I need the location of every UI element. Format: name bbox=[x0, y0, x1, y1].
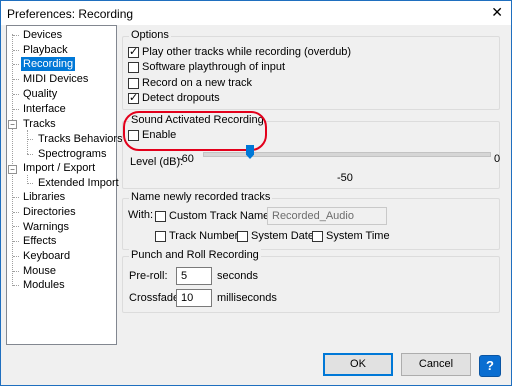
tree-line bbox=[13, 35, 19, 36]
track-number-row[interactable]: Track Number bbox=[155, 230, 238, 242]
options-title: Options bbox=[129, 29, 171, 41]
close-icon[interactable]: ✕ bbox=[491, 4, 503, 21]
record-new-track-checkbox[interactable] bbox=[128, 77, 139, 89]
custom-name-row[interactable]: Custom Track Name bbox=[155, 210, 269, 222]
detect-dropouts-checkbox[interactable] bbox=[128, 91, 139, 104]
tree-item-tracks-behaviors[interactable]: Tracks Behaviors bbox=[38, 132, 123, 146]
system-time-row[interactable]: System Time bbox=[312, 230, 390, 242]
custom-name-label: Custom Track Name bbox=[169, 210, 270, 222]
tree-item-mouse[interactable]: Mouse bbox=[23, 264, 56, 278]
custom-name-input[interactable]: Recorded_Audio bbox=[267, 207, 387, 225]
tree-line bbox=[13, 226, 19, 227]
tree-item-directories[interactable]: Directories bbox=[23, 205, 76, 219]
level-current-value: -50 bbox=[337, 172, 353, 184]
punch-title: Punch and Roll Recording bbox=[129, 249, 261, 261]
tree-line bbox=[13, 64, 19, 65]
software-playthrough-row[interactable]: Software playthrough of input bbox=[128, 61, 285, 73]
collapse-tracks-icon[interactable]: − bbox=[8, 120, 17, 129]
custom-name-checkbox[interactable] bbox=[155, 210, 166, 222]
record-new-track-row[interactable]: Record on a new track bbox=[128, 77, 252, 89]
ok-button[interactable]: OK bbox=[323, 353, 393, 376]
crossfade-input[interactable]: 10 bbox=[176, 289, 212, 307]
tree-line bbox=[27, 154, 33, 155]
track-number-label: Track Number bbox=[169, 230, 239, 242]
tree-line bbox=[12, 34, 13, 286]
window-title: Preferences: Recording bbox=[7, 7, 134, 21]
naming-title: Name newly recorded tracks bbox=[129, 191, 273, 203]
tree-line bbox=[13, 94, 19, 95]
tree-line bbox=[27, 183, 33, 184]
tree-line bbox=[13, 212, 19, 213]
tree-line bbox=[13, 241, 19, 242]
detect-dropouts-row[interactable]: Detect dropouts bbox=[128, 91, 220, 104]
software-playthrough-label: Software playthrough of input bbox=[142, 61, 286, 73]
collapse-import-export-icon[interactable]: − bbox=[8, 165, 17, 174]
tree-item-spectrograms[interactable]: Spectrograms bbox=[38, 147, 106, 161]
tree-line bbox=[13, 50, 19, 51]
tree-item-keyboard[interactable]: Keyboard bbox=[23, 249, 70, 263]
system-date-checkbox[interactable] bbox=[237, 230, 248, 242]
detect-dropouts-label: Detect dropouts bbox=[142, 92, 220, 104]
tree-line bbox=[13, 197, 19, 198]
tree-item-warnings[interactable]: Warnings bbox=[23, 220, 69, 234]
tree-line bbox=[13, 109, 19, 110]
software-playthrough-checkbox[interactable] bbox=[128, 61, 139, 73]
tree-line bbox=[27, 139, 33, 140]
cancel-button[interactable]: Cancel bbox=[401, 353, 471, 376]
tree-item-extended-import[interactable]: Extended Import bbox=[38, 176, 119, 190]
system-time-checkbox[interactable] bbox=[312, 230, 323, 242]
play-other-checkbox[interactable] bbox=[128, 45, 139, 58]
track-number-checkbox[interactable] bbox=[155, 230, 166, 242]
system-date-label: System Date bbox=[251, 230, 314, 242]
preroll-input[interactable]: 5 bbox=[176, 267, 212, 285]
tree-line bbox=[13, 271, 19, 272]
tree-item-import-export[interactable]: Import / Export bbox=[23, 161, 95, 175]
tree-line bbox=[27, 130, 28, 154]
record-new-track-label: Record on a new track bbox=[142, 77, 253, 89]
tree-item-playback[interactable]: Playback bbox=[23, 43, 68, 57]
level-min-label: -60 bbox=[178, 153, 194, 165]
tree-item-recording[interactable]: Recording bbox=[21, 57, 76, 71]
tree-line bbox=[13, 256, 19, 257]
title-bar: Preferences: Recording ✕ bbox=[1, 1, 511, 25]
level-label: Level (dB): bbox=[130, 156, 184, 168]
annotation-highlight bbox=[123, 111, 267, 151]
tree-line bbox=[13, 285, 19, 286]
level-max-label: 0 bbox=[494, 153, 501, 165]
system-time-label: System Time bbox=[326, 230, 390, 242]
tree-item-quality[interactable]: Quality bbox=[23, 87, 57, 101]
play-other-label: Play other tracks while recording (overd… bbox=[142, 46, 352, 58]
tree-item-devices[interactable]: Devices bbox=[23, 28, 62, 42]
play-other-row[interactable]: Play other tracks while recording (overd… bbox=[128, 45, 352, 58]
tree-item-effects[interactable]: Effects bbox=[23, 234, 56, 248]
preroll-unit: seconds bbox=[217, 270, 258, 282]
help-icon[interactable]: ? bbox=[479, 355, 501, 377]
tree-item-interface[interactable]: Interface bbox=[23, 102, 66, 116]
tree-item-modules[interactable]: Modules bbox=[23, 278, 65, 292]
preroll-label: Pre-roll: bbox=[129, 270, 168, 282]
tree-item-midi-devices[interactable]: MIDI Devices bbox=[23, 72, 88, 86]
tree-item-libraries[interactable]: Libraries bbox=[23, 190, 65, 204]
tree-item-tracks[interactable]: Tracks bbox=[23, 117, 56, 131]
crossfade-label: Crossfade: bbox=[129, 292, 183, 304]
with-label: With: bbox=[128, 209, 154, 221]
system-date-row[interactable]: System Date bbox=[237, 230, 314, 242]
tree-line bbox=[13, 79, 19, 80]
crossfade-unit: milliseconds bbox=[217, 292, 277, 304]
category-tree[interactable]: Devices Playback Recording MIDI Devices … bbox=[6, 25, 123, 345]
